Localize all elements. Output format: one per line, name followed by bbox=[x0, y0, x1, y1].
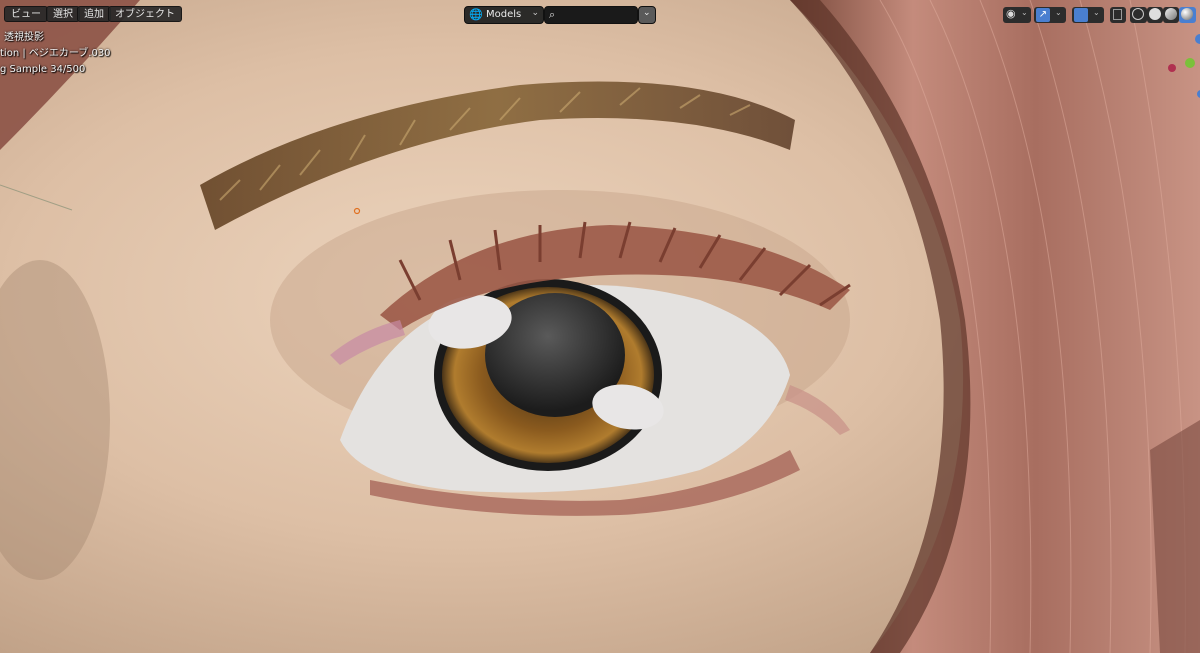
overlay-chevron-icon: ⌄ bbox=[1093, 8, 1100, 17]
wireframe-icon bbox=[1132, 8, 1144, 20]
axis-x-dot[interactable] bbox=[1168, 64, 1176, 72]
gizmo-toggle[interactable]: ↗ ⌄ bbox=[1034, 7, 1066, 23]
shading-wireframe[interactable] bbox=[1130, 7, 1147, 23]
axis-y-dot[interactable] bbox=[1185, 58, 1195, 68]
overlay-icon bbox=[1074, 8, 1088, 22]
filter-button[interactable]: ⌄ bbox=[638, 6, 656, 24]
eye-icon: ◉ bbox=[1006, 7, 1016, 20]
visibility-chevron-icon: ⌄ bbox=[1021, 8, 1028, 17]
search-icon: ⌕ bbox=[549, 8, 556, 21]
view-mode-text: 透視投影 bbox=[4, 32, 44, 43]
gizmo-chevron-icon: ⌄ bbox=[1055, 8, 1062, 17]
collection-object-text: tion | ベジエカーブ.030 bbox=[0, 48, 111, 59]
chevron-down-icon: ⌄ bbox=[531, 8, 539, 18]
solid-icon bbox=[1149, 8, 1161, 20]
xray-icon bbox=[1113, 9, 1122, 20]
xray-toggle[interactable] bbox=[1110, 7, 1126, 23]
axis-z-dot[interactable] bbox=[1195, 34, 1200, 44]
overlay-toggle[interactable]: ⌄ bbox=[1072, 7, 1104, 23]
material-icon bbox=[1165, 8, 1177, 20]
filter-chevron-icon: ⌄ bbox=[643, 8, 651, 18]
menu-object[interactable]: オブジェクト bbox=[108, 6, 182, 22]
menu-add[interactable]: 追加 bbox=[77, 6, 111, 22]
menu-view[interactable]: ビュー bbox=[4, 6, 48, 22]
transform-icon: ↗ bbox=[1036, 8, 1050, 22]
globe-icon: 🌐 bbox=[469, 8, 483, 21]
navigation-gizmo[interactable] bbox=[1165, 30, 1200, 110]
rendered-icon bbox=[1181, 8, 1193, 20]
shading-solid[interactable] bbox=[1147, 7, 1163, 23]
menu-select[interactable]: 選択 bbox=[46, 6, 80, 22]
shading-material[interactable] bbox=[1163, 7, 1179, 23]
search-field[interactable]: ⌕ bbox=[544, 6, 638, 24]
collection-label: Models bbox=[486, 9, 522, 20]
search-input[interactable] bbox=[563, 8, 637, 23]
visibility-toggle[interactable]: ◉ ⌄ bbox=[1003, 7, 1031, 23]
viewport-render[interactable] bbox=[0, 0, 1200, 653]
shading-rendered[interactable] bbox=[1179, 7, 1196, 23]
render-status-text: g Sample 34/500 bbox=[0, 64, 86, 75]
collection-selector[interactable]: 🌐 Models ⌄ bbox=[464, 6, 544, 24]
